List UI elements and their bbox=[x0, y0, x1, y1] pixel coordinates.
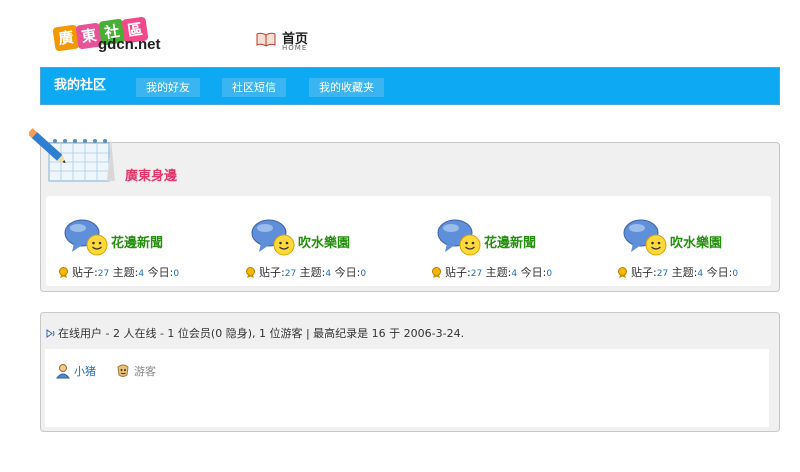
today-label: 今日: bbox=[706, 266, 733, 279]
forum-stats: 贴子:27 主题:4 今日:0 bbox=[617, 264, 738, 280]
site-logo[interactable]: 廣 東 社 區 gdcn.net bbox=[52, 16, 194, 54]
posts-count: 27 bbox=[97, 269, 110, 279]
forum-name-link[interactable]: 花邊新聞 bbox=[111, 232, 163, 251]
topics-count: 4 bbox=[138, 269, 145, 279]
online-summary-text: 在线用户 - 2 人在线 - 1 位会员(0 隐身), 1 位游客 | 最高纪录… bbox=[58, 327, 465, 340]
header: 廣 東 社 區 gdcn.net 首页 HOME bbox=[0, 0, 800, 66]
forum-stats: 贴子:27 主题:4 今日:0 bbox=[245, 264, 366, 280]
forum-item: 花邊新聞 贴子:27 主题:4 今日:0 bbox=[54, 216, 234, 280]
today-count: 0 bbox=[732, 269, 739, 279]
today-label: 今日: bbox=[520, 266, 547, 279]
online-user-guest[interactable]: 游客 bbox=[115, 363, 156, 379]
online-toggle-icon[interactable] bbox=[45, 328, 56, 339]
topics-label: 主题: bbox=[299, 266, 326, 279]
topics-label: 主题: bbox=[485, 266, 512, 279]
tab-my-favorites[interactable]: 我的收藏夹 bbox=[309, 78, 384, 97]
online-user-name: 游客 bbox=[134, 365, 156, 378]
today-label: 今日: bbox=[334, 266, 361, 279]
today-count: 0 bbox=[360, 269, 367, 279]
main-nav: 我的社区 我的好友 社区短信 我的收藏夹 bbox=[40, 67, 780, 105]
topics-label: 主题: bbox=[671, 266, 698, 279]
online-users-panel: 在线用户 - 2 人在线 - 1 位会员(0 隐身), 1 位游客 | 最高纪录… bbox=[40, 312, 780, 432]
posts-count: 27 bbox=[284, 269, 297, 279]
member-icon bbox=[55, 364, 71, 379]
forum-list: 花邊新聞 贴子:27 主题:4 今日:0 吹水樂園 贴子:27 主题:4 今日:… bbox=[46, 196, 771, 286]
online-user-member[interactable]: 小猪 bbox=[55, 363, 96, 379]
forum-item: 吹水樂園 贴子:27 主题:4 今日:0 bbox=[613, 216, 793, 280]
calendar-pencil-icon bbox=[29, 128, 115, 182]
book-icon bbox=[256, 32, 276, 47]
posts-label: 贴子: bbox=[631, 266, 657, 279]
today-count: 0 bbox=[173, 269, 180, 279]
guest-icon bbox=[117, 364, 129, 377]
tab-my-friends[interactable]: 我的好友 bbox=[136, 78, 200, 97]
medal-icon bbox=[618, 267, 627, 278]
chat-smiley-icon bbox=[64, 219, 108, 256]
posts-label: 贴子: bbox=[445, 266, 471, 279]
chat-smiley-icon bbox=[437, 219, 481, 256]
forum-stats: 贴子:27 主题:4 今日:0 bbox=[58, 264, 179, 280]
medal-icon bbox=[246, 267, 255, 278]
tab-my-community[interactable]: 我的社区 bbox=[47, 75, 113, 97]
online-user-name[interactable]: 小猪 bbox=[74, 365, 96, 378]
forum-item: 吹水樂園 贴子:27 主题:4 今日:0 bbox=[241, 216, 421, 280]
topics-count: 4 bbox=[697, 269, 704, 279]
topics-label: 主题: bbox=[112, 266, 139, 279]
home-sublabel: HOME bbox=[282, 44, 308, 52]
posts-label: 贴子: bbox=[72, 266, 98, 279]
chat-smiley-icon bbox=[623, 219, 667, 256]
online-user-list: 小猪 游客 bbox=[45, 349, 769, 427]
medal-icon bbox=[59, 267, 68, 278]
today-count: 0 bbox=[546, 269, 553, 279]
logo-domain: gdcn.net bbox=[98, 36, 161, 53]
posts-count: 27 bbox=[656, 269, 669, 279]
chat-smiley-icon bbox=[251, 219, 295, 256]
online-summary: 在线用户 - 2 人在线 - 1 位会员(0 隐身), 1 位游客 | 最高纪录… bbox=[45, 325, 464, 341]
forum-name-link[interactable]: 吹水樂園 bbox=[670, 232, 722, 251]
posts-label: 贴子: bbox=[259, 266, 285, 279]
forum-name-link[interactable]: 吹水樂園 bbox=[298, 232, 350, 251]
section-panel: 廣東身邊 花邊新聞 贴子:27 主题:4 今日:0 吹水樂園 贴子:27 主题:… bbox=[29, 128, 780, 292]
topics-count: 4 bbox=[511, 269, 518, 279]
section-title[interactable]: 廣東身邊 bbox=[125, 165, 177, 184]
forum-stats: 贴子:27 主题:4 今日:0 bbox=[431, 264, 552, 280]
topics-count: 4 bbox=[325, 269, 332, 279]
medal-icon bbox=[432, 267, 441, 278]
posts-count: 27 bbox=[470, 269, 483, 279]
today-label: 今日: bbox=[147, 266, 174, 279]
forum-item: 花邊新聞 贴子:27 主题:4 今日:0 bbox=[427, 216, 607, 280]
tab-community-messages[interactable]: 社区短信 bbox=[222, 78, 286, 97]
forum-name-link[interactable]: 花邊新聞 bbox=[484, 232, 536, 251]
